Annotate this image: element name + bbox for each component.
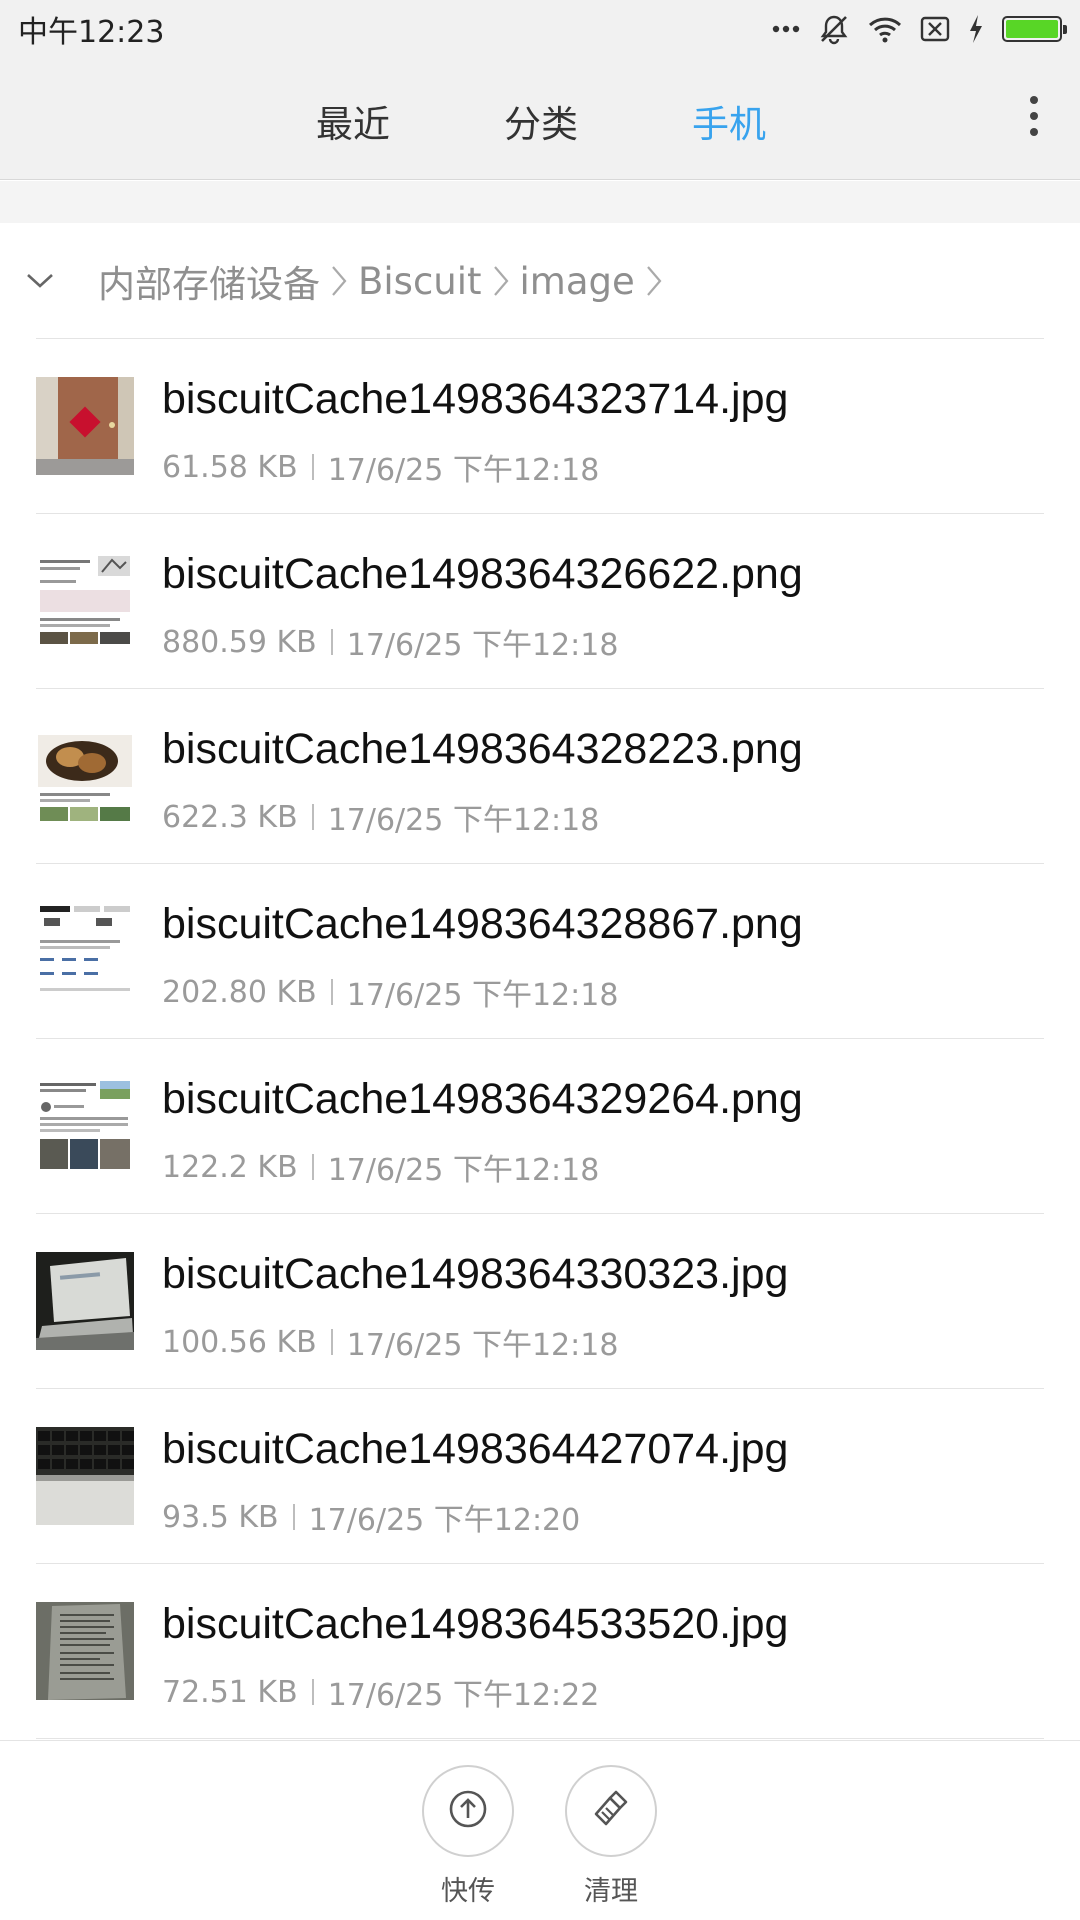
file-date: 17/6/25 下午12:18: [346, 628, 619, 663]
thumbnail-photo-door: [36, 377, 134, 475]
more-options-button[interactable]: [1014, 86, 1054, 146]
file-meta: 100.56 KB 17/6/25 下午12:18: [162, 1320, 618, 1364]
file-date: 17/6/25 下午12:18: [327, 453, 600, 488]
chevron-right-icon: [330, 263, 348, 299]
sim-none-icon: [920, 16, 950, 42]
file-name: biscuitCache1498364329264.png: [162, 1075, 803, 1123]
file-name: biscuitCache1498364328223.png: [162, 725, 803, 773]
file-date: 17/6/25 下午12:18: [346, 1328, 619, 1363]
breadcrumb-item-internal-storage[interactable]: 内部存储设备: [98, 254, 320, 308]
file-name: biscuitCache1498364330323.jpg: [162, 1250, 789, 1298]
thumbnail-photo-document: [36, 1602, 134, 1700]
meta-divider: [330, 629, 333, 655]
clean-label: 清理: [584, 1876, 638, 1907]
file-meta: 880.59 KB 17/6/25 下午12:18: [162, 620, 618, 664]
file-meta: 72.51 KB 17/6/25 下午12:22: [162, 1670, 599, 1714]
file-date: 17/6/25 下午12:18: [327, 803, 600, 838]
more-options-icon: [1030, 96, 1038, 104]
meta-divider: [311, 454, 314, 480]
file-date: 17/6/25 下午12:20: [308, 1503, 581, 1538]
thumbnail-screenshot-news: [36, 1077, 134, 1175]
file-date: 17/6/25 下午12:18: [327, 1153, 600, 1188]
more-dots-icon: [772, 24, 800, 34]
breadcrumb-item-biscuit[interactable]: Biscuit: [358, 260, 482, 303]
file-name: biscuitCache1498364427074.jpg: [162, 1425, 789, 1473]
list-item[interactable]: biscuitCache1498364328223.png 622.3 KB 1…: [0, 689, 1080, 864]
meta-divider: [311, 804, 314, 830]
status-bar: 中午12:23: [0, 0, 1080, 58]
top-tab-bar: 最近 分类 手机: [0, 58, 1080, 180]
wifi-icon: [868, 15, 902, 43]
tab-phone[interactable]: 手机: [692, 94, 766, 148]
quick-send-label: 快传: [441, 1876, 495, 1907]
breadcrumb: 内部存储设备 Biscuit image: [0, 223, 1080, 339]
file-meta: 202.80 KB 17/6/25 下午12:18: [162, 970, 618, 1014]
list-item[interactable]: biscuitCache1498364326622.png 880.59 KB …: [0, 514, 1080, 689]
thumbnail-screenshot-table: [36, 902, 134, 1000]
battery-icon: [1002, 16, 1067, 42]
file-size: 622.3 KB: [162, 799, 298, 835]
file-name: biscuitCache1498364323714.jpg: [162, 375, 789, 423]
meta-divider: [292, 1504, 295, 1530]
thumbnail-screenshot-article: [36, 552, 134, 650]
charging-icon: [968, 14, 984, 44]
broom-icon: [590, 1788, 632, 1834]
meta-divider: [311, 1154, 314, 1180]
file-meta: 622.3 KB 17/6/25 下午12:18: [162, 795, 599, 839]
chevron-down-icon[interactable]: [22, 263, 58, 299]
file-name: biscuitCache1498364533520.jpg: [162, 1600, 789, 1648]
meta-divider: [311, 1679, 314, 1705]
file-size: 100.56 KB: [162, 1324, 317, 1360]
list-item[interactable]: biscuitCache1498364427074.jpg 93.5 KB 17…: [0, 1389, 1080, 1564]
meta-divider: [330, 1329, 333, 1355]
chevron-right-icon: [645, 263, 663, 299]
file-name: biscuitCache1498364328867.png: [162, 900, 803, 948]
status-time: 中午12:23: [18, 15, 165, 50]
action-circle: [565, 1765, 657, 1857]
divider: [36, 1738, 1044, 1739]
thumbnail-photo-laptop: [36, 1252, 134, 1350]
list-item[interactable]: biscuitCache1498364330323.jpg 100.56 KB …: [0, 1214, 1080, 1389]
file-name: biscuitCache1498364326622.png: [162, 550, 803, 598]
file-size: 72.51 KB: [162, 1674, 298, 1710]
file-size: 880.59 KB: [162, 624, 317, 660]
list-item[interactable]: biscuitCache1498364328867.png 202.80 KB …: [0, 864, 1080, 1039]
action-circle: [422, 1765, 514, 1857]
status-icons: [772, 13, 1067, 45]
file-size: 61.58 KB: [162, 449, 298, 485]
thumbnail-screenshot-food: [36, 727, 134, 825]
file-meta: 61.58 KB 17/6/25 下午12:18: [162, 445, 599, 489]
file-meta: 122.2 KB 17/6/25 下午12:18: [162, 1145, 599, 1189]
list-item[interactable]: biscuitCache1498364533520.jpg 72.51 KB 1…: [0, 1564, 1080, 1739]
tab-recent[interactable]: 最近: [316, 94, 390, 148]
chevron-right-icon: [492, 263, 510, 299]
file-list: biscuitCache1498364323714.jpg 61.58 KB 1…: [0, 339, 1080, 1739]
list-item[interactable]: biscuitCache1498364329264.png 122.2 KB 1…: [0, 1039, 1080, 1214]
quick-send-button[interactable]: 快传: [420, 1765, 516, 1908]
file-meta: 93.5 KB 17/6/25 下午12:20: [162, 1495, 580, 1539]
clean-button[interactable]: 清理: [563, 1765, 659, 1908]
vibrate-off-icon: [818, 13, 850, 45]
breadcrumb-item-image[interactable]: image: [520, 260, 635, 303]
tab-category[interactable]: 分类: [504, 94, 578, 148]
file-size: 93.5 KB: [162, 1499, 279, 1535]
file-size: 122.2 KB: [162, 1149, 298, 1185]
thumbnail-photo-keyboard: [36, 1427, 134, 1525]
bottom-action-bar: 快传 清理: [0, 1740, 1080, 1920]
meta-divider: [330, 979, 333, 1005]
file-date: 17/6/25 下午12:18: [346, 978, 619, 1013]
section-gap: [0, 181, 1080, 223]
file-date: 17/6/25 下午12:22: [327, 1678, 600, 1713]
battery-fill: [1006, 20, 1058, 38]
upload-arrow-icon: [448, 1789, 488, 1833]
list-item[interactable]: biscuitCache1498364323714.jpg 61.58 KB 1…: [0, 339, 1080, 514]
file-size: 202.80 KB: [162, 974, 317, 1010]
